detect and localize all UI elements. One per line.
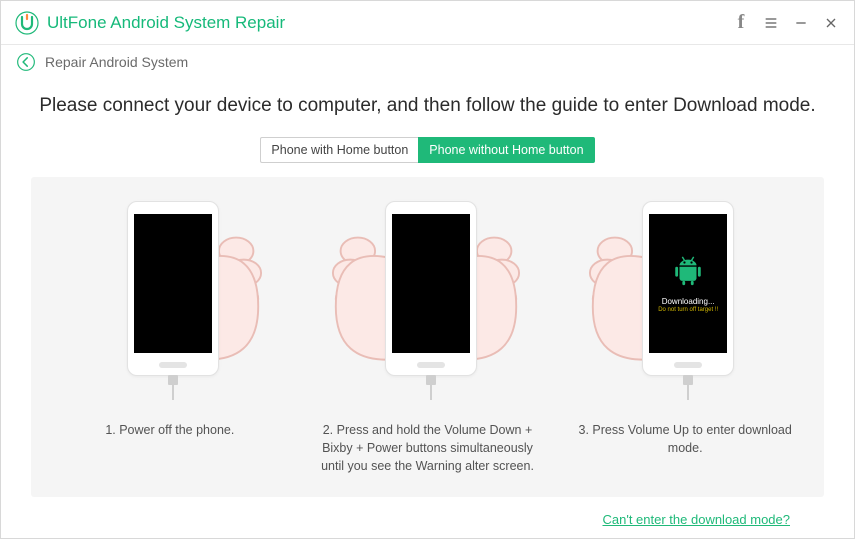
cable-icon: [424, 375, 438, 400]
step-1-illustration: [95, 199, 245, 409]
facebook-icon[interactable]: f: [726, 8, 756, 38]
tab-with-home[interactable]: Phone with Home button: [260, 137, 418, 163]
titlebar: UltFone Android System Repair f: [1, 1, 854, 45]
phone-icon: Downloading... Do not turn off target !!: [642, 201, 734, 376]
step-2-caption: 2. Press and hold the Volume Down + Bixb…: [313, 421, 543, 475]
cable-icon: [681, 375, 695, 400]
step-1-caption: 1. Power off the phone.: [55, 421, 285, 439]
close-icon[interactable]: [816, 8, 846, 38]
download-status: Downloading...: [662, 297, 715, 306]
instruction-text: Please connect your device to computer, …: [31, 95, 824, 117]
tab-row: Phone with Home button Phone without Hom…: [31, 137, 824, 163]
download-warning: Do not turn off target !!: [658, 307, 718, 313]
step-3: Downloading... Do not turn off target !!…: [556, 199, 814, 475]
main-content: Please connect your device to computer, …: [1, 79, 854, 529]
step-1: 1. Power off the phone.: [41, 199, 299, 475]
help-link[interactable]: Can't enter the download mode?: [603, 512, 791, 527]
phone-icon: [127, 201, 219, 376]
step-2-illustration: [353, 199, 503, 409]
subheader: Repair Android System: [1, 45, 854, 79]
help-link-row: Can't enter the download mode?: [31, 497, 824, 529]
step-2: 2. Press and hold the Volume Down + Bixb…: [299, 199, 557, 475]
tab-without-home[interactable]: Phone without Home button: [418, 137, 594, 163]
breadcrumb: Repair Android System: [45, 54, 188, 70]
cable-icon: [166, 375, 180, 400]
phone-icon: [385, 201, 477, 376]
android-icon: [671, 254, 705, 293]
step-3-caption: 3. Press Volume Up to enter download mod…: [570, 421, 800, 457]
minimize-icon[interactable]: [786, 8, 816, 38]
menu-icon[interactable]: [756, 8, 786, 38]
app-title: UltFone Android System Repair: [47, 13, 285, 33]
app-logo-icon: [15, 11, 39, 35]
steps-panel: 1. Power off the phone.: [31, 177, 824, 497]
back-button[interactable]: [15, 51, 37, 73]
step-3-illustration: Downloading... Do not turn off target !!: [610, 199, 760, 409]
